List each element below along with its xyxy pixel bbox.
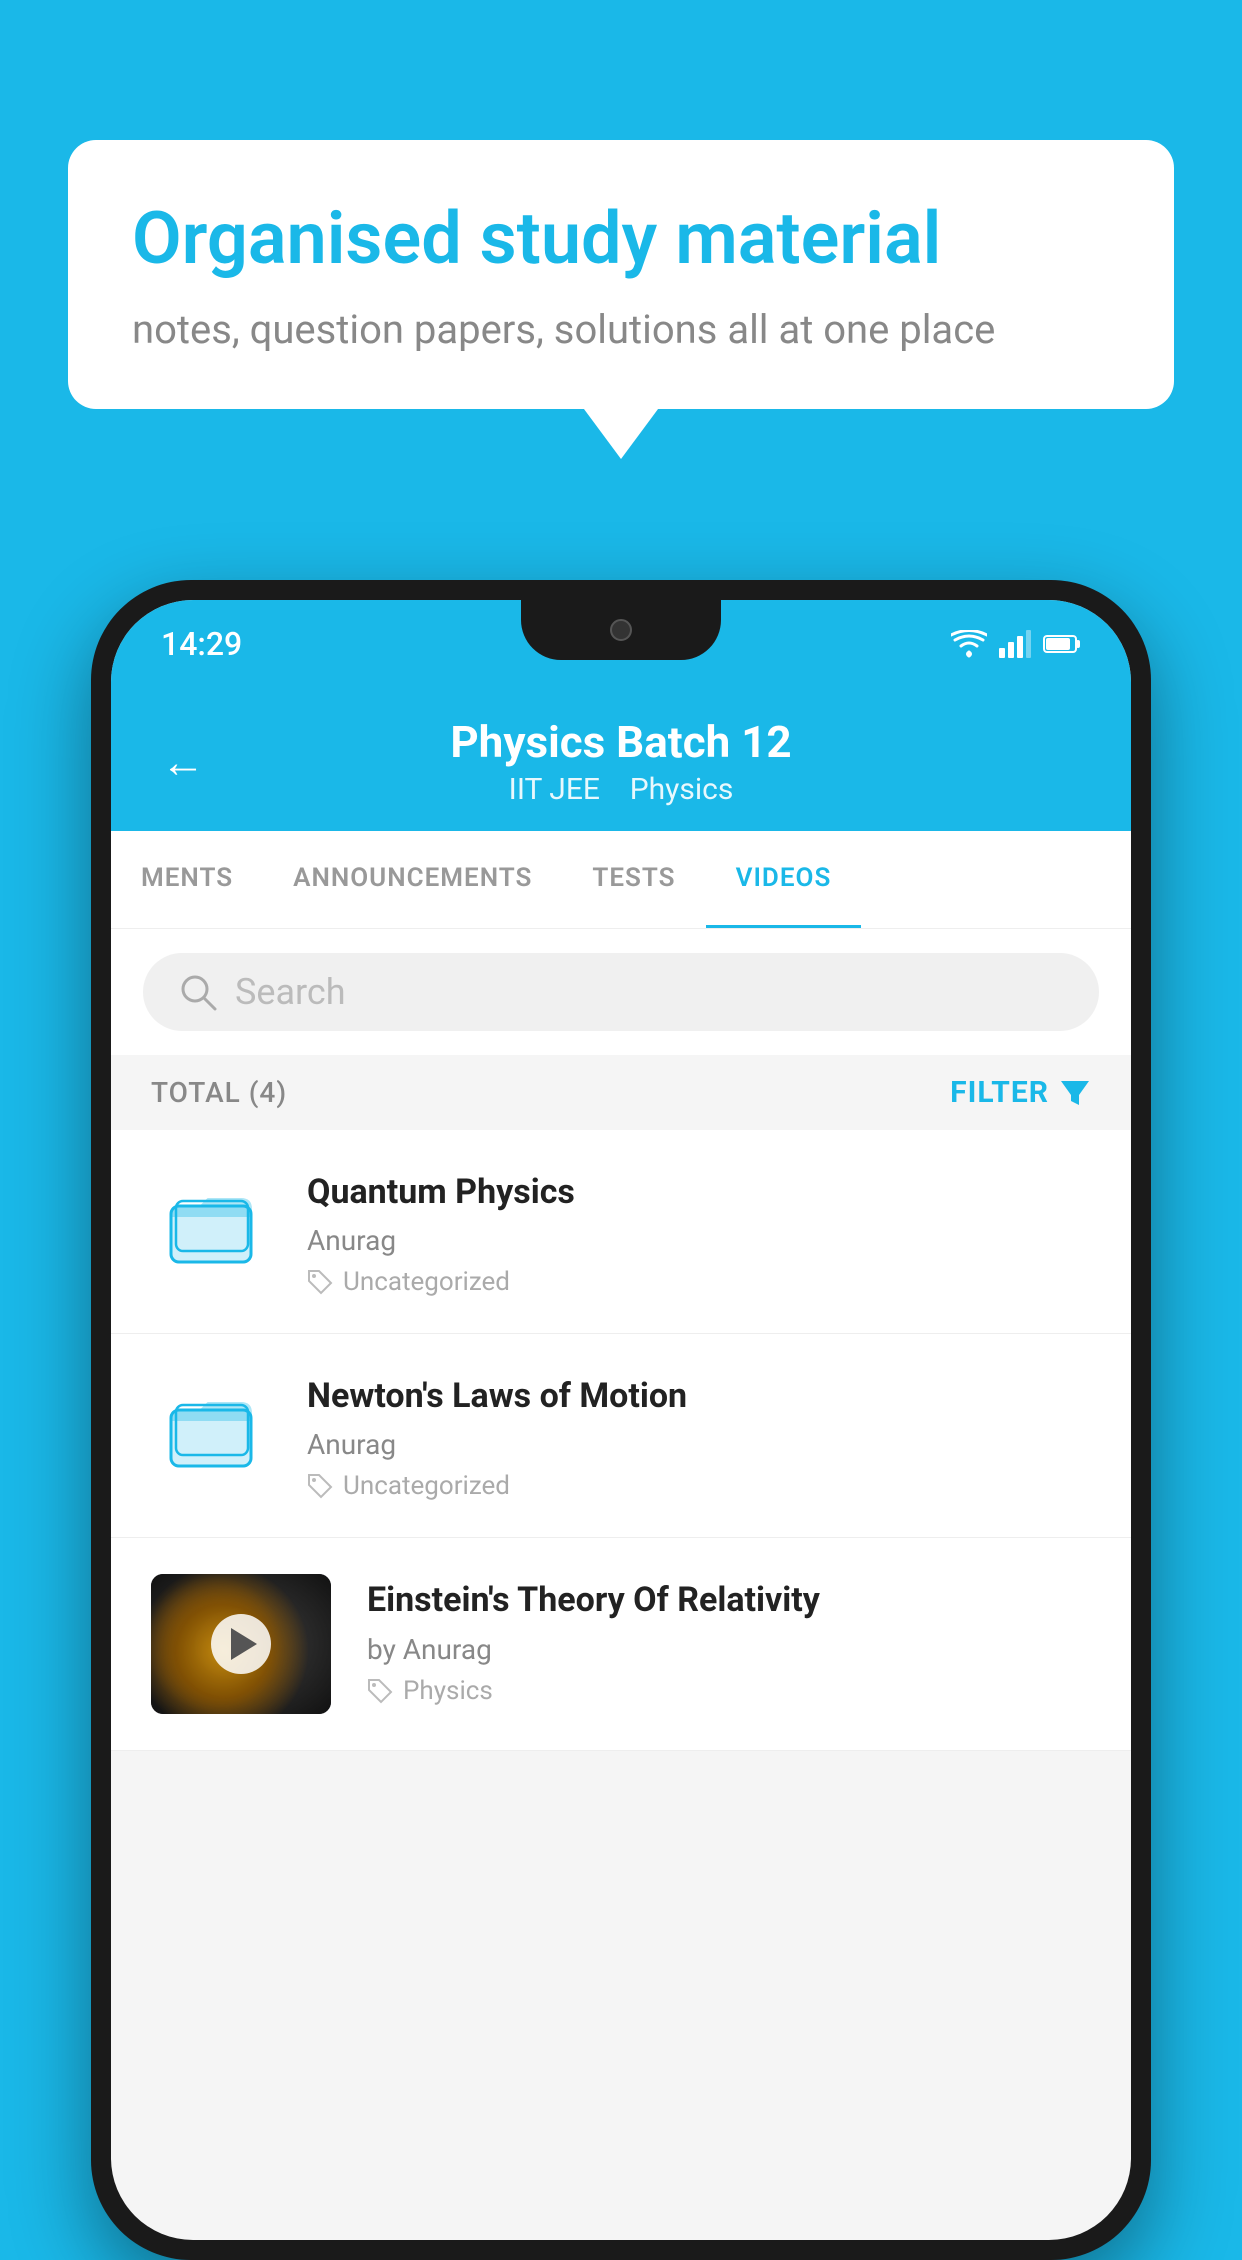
phone-container: 14:29 — [91, 580, 1151, 2260]
videos-list: Quantum Physics Anurag Uncategorized — [111, 1130, 1131, 1751]
folder-icon-wrap-1 — [151, 1166, 271, 1286]
video-author-1: Anurag — [307, 1224, 1091, 1257]
folder-icon — [166, 1385, 256, 1475]
tag-icon — [307, 1269, 333, 1295]
total-count: TOTAL (4) — [151, 1076, 287, 1109]
phone-outer: 14:29 — [91, 580, 1151, 2260]
tab-ments[interactable]: MENTS — [111, 831, 263, 928]
play-button[interactable] — [211, 1614, 271, 1674]
video-title-2: Newton's Laws of Motion — [307, 1374, 1091, 1418]
filter-bar: TOTAL (4) FILTER — [111, 1055, 1131, 1130]
filter-icon — [1059, 1077, 1091, 1109]
video-title-1: Quantum Physics — [307, 1170, 1091, 1214]
battery-icon — [1043, 633, 1081, 655]
app-header: ← Physics Batch 12 IIT JEE Physics — [111, 688, 1131, 831]
tag-icon — [367, 1678, 393, 1704]
tag-label-3: Physics — [403, 1676, 493, 1706]
search-placeholder: Search — [235, 971, 346, 1013]
video-info-1: Quantum Physics Anurag Uncategorized — [307, 1166, 1091, 1297]
tab-announcements[interactable]: ANNOUNCEMENTS — [263, 831, 562, 928]
video-info-2: Newton's Laws of Motion Anurag Uncategor… — [307, 1370, 1091, 1501]
search-input-wrap[interactable]: Search — [143, 953, 1099, 1031]
filter-label: FILTER — [950, 1075, 1049, 1110]
header-title: Physics Batch 12 — [235, 716, 1007, 768]
video-tag-1: Uncategorized — [307, 1267, 1091, 1297]
camera-dot — [610, 619, 632, 641]
bubble-subtitle: notes, question papers, solutions all at… — [132, 306, 1110, 353]
wifi-icon — [951, 630, 987, 658]
back-button[interactable]: ← — [161, 736, 205, 788]
phone-screen: 14:29 — [111, 600, 1131, 2240]
tab-tests[interactable]: TESTS — [562, 831, 705, 928]
play-triangle-icon — [231, 1628, 257, 1660]
notch — [521, 600, 721, 660]
tabs-container: MENTS ANNOUNCEMENTS TESTS VIDEOS — [111, 831, 1131, 929]
video-title-3: Einstein's Theory Of Relativity — [367, 1578, 1091, 1622]
search-container: Search — [111, 929, 1131, 1055]
folder-icon — [166, 1181, 256, 1271]
tab-videos[interactable]: VIDEOS — [706, 831, 862, 928]
video-author-3: by Anurag — [367, 1633, 1091, 1666]
status-icons — [951, 630, 1081, 658]
header-subtitle-iitjee: IIT JEE — [509, 772, 600, 807]
video-thumbnail-3 — [151, 1574, 331, 1714]
list-item[interactable]: Newton's Laws of Motion Anurag Uncategor… — [111, 1334, 1131, 1538]
folder-icon-wrap-2 — [151, 1370, 271, 1490]
video-tag-2: Uncategorized — [307, 1471, 1091, 1501]
signal-icon — [999, 630, 1031, 658]
search-icon — [179, 973, 217, 1011]
video-info-3: Einstein's Theory Of Relativity by Anura… — [367, 1574, 1091, 1705]
speech-bubble-container: Organised study material notes, question… — [68, 140, 1174, 409]
header-subtitle: IIT JEE Physics — [235, 772, 1007, 807]
video-tag-3: Physics — [367, 1676, 1091, 1706]
speech-bubble: Organised study material notes, question… — [68, 140, 1174, 409]
tag-label-1: Uncategorized — [343, 1267, 510, 1297]
status-bar: 14:29 — [111, 600, 1131, 688]
list-item[interactable]: Quantum Physics Anurag Uncategorized — [111, 1130, 1131, 1334]
tag-label-2: Uncategorized — [343, 1471, 510, 1501]
header-title-area: Physics Batch 12 IIT JEE Physics — [235, 716, 1007, 807]
bubble-title: Organised study material — [132, 196, 1110, 282]
header-subtitle-physics: Physics — [630, 772, 734, 807]
video-author-2: Anurag — [307, 1428, 1091, 1461]
list-item[interactable]: Einstein's Theory Of Relativity by Anura… — [111, 1538, 1131, 1751]
tag-icon — [307, 1473, 333, 1499]
filter-button[interactable]: FILTER — [950, 1075, 1091, 1110]
status-time: 14:29 — [161, 625, 242, 663]
